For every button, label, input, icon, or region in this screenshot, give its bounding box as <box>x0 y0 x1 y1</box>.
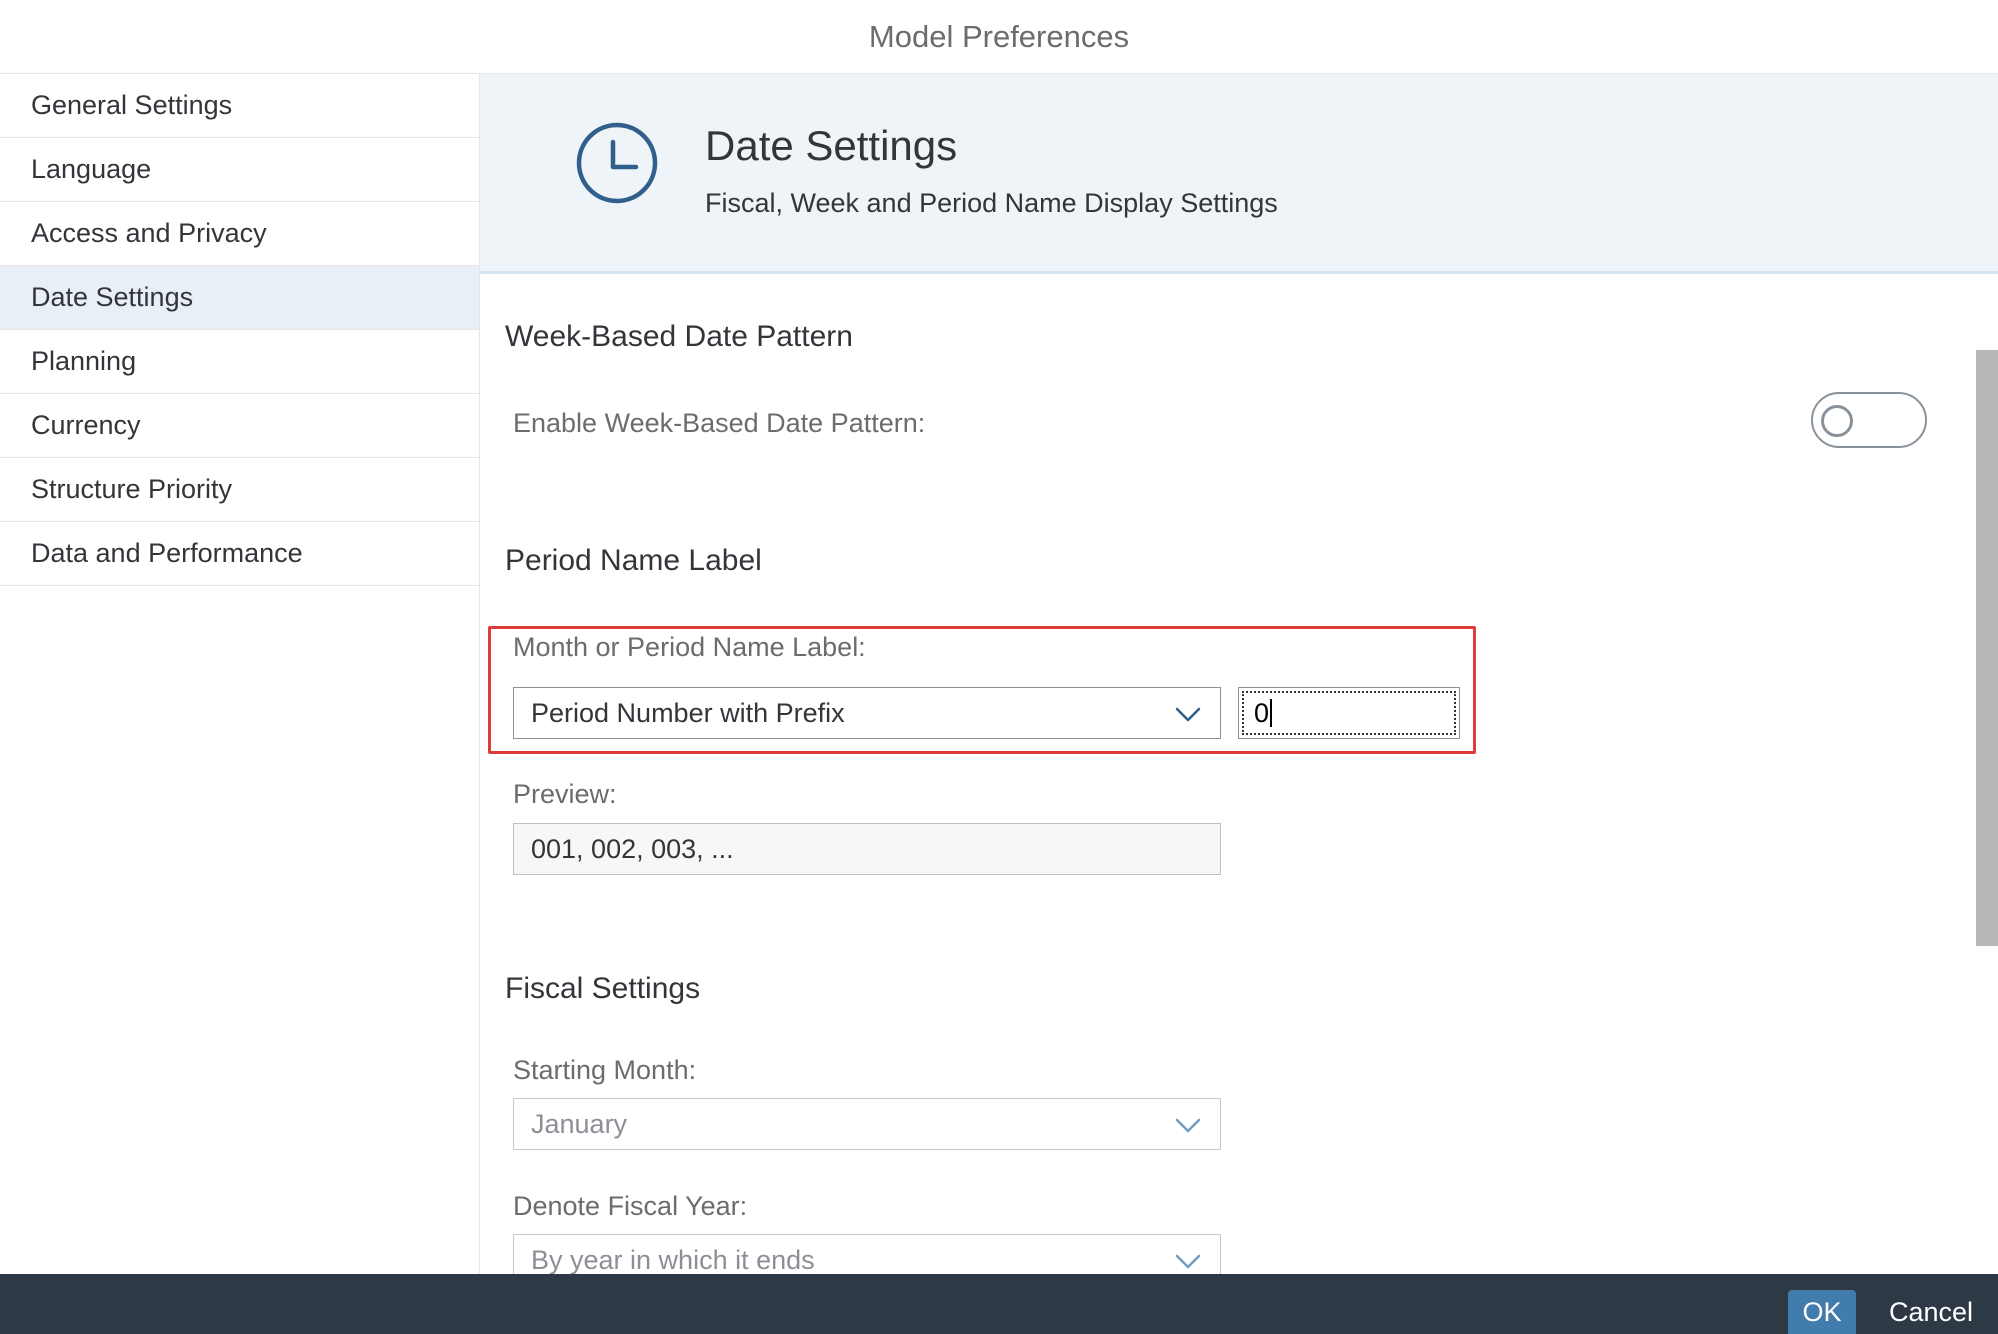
period-label-section-title: Period Name Label <box>505 544 762 577</box>
prefix-input[interactable]: 0 <box>1238 687 1460 739</box>
chevron-down-icon <box>1175 1118 1201 1133</box>
sidebar-item-label: Structure Priority <box>31 474 233 504</box>
sidebar-item-label: General Settings <box>31 90 233 120</box>
page-subtitle: Fiscal, Week and Period Name Display Set… <box>705 188 1278 218</box>
sidebar-item-label: Planning <box>31 346 137 376</box>
dialog-title: Model Preferences <box>868 18 1130 54</box>
sidebar-item-label: Data and Performance <box>31 538 303 568</box>
section-header: Date Settings Fiscal, Week and Period Na… <box>480 74 1998 274</box>
sidebar-item-date-settings[interactable]: Date Settings <box>0 266 479 330</box>
text-caret <box>1270 699 1273 727</box>
cancel-button[interactable]: Cancel <box>1880 1290 1982 1334</box>
sidebar-item-label: Access and Privacy <box>31 218 267 248</box>
starting-month-value: January <box>531 1108 628 1139</box>
ok-button[interactable]: OK <box>1788 1290 1856 1334</box>
starting-month-label: Starting Month: <box>513 1055 697 1085</box>
toggle-knob-icon <box>1821 405 1853 437</box>
dialog-footer: OK Cancel <box>0 1274 1998 1334</box>
sidebar-item-general-settings[interactable]: General Settings <box>0 74 479 138</box>
sidebar-item-structure-priority[interactable]: Structure Priority <box>0 458 479 522</box>
clock-icon <box>576 122 658 204</box>
dialog-title-bar: Model Preferences <box>0 0 1998 74</box>
enable-week-pattern-label: Enable Week-Based Date Pattern: <box>513 408 926 438</box>
sidebar-item-access-and-privacy[interactable]: Access and Privacy <box>0 202 479 266</box>
preview-field: 001, 002, 003, ... <box>513 823 1221 875</box>
settings-main-panel: Date Settings Fiscal, Week and Period Na… <box>480 74 1998 1274</box>
sidebar-item-planning[interactable]: Planning <box>0 330 479 394</box>
preview-label: Preview: <box>513 779 617 809</box>
period-name-label-label: Month or Period Name Label: <box>513 632 866 662</box>
model-preferences-dialog: Model Preferences General Settings Langu… <box>0 0 1998 1334</box>
chevron-down-icon <box>1175 1254 1201 1269</box>
settings-sidebar: General Settings Language Access and Pri… <box>0 74 480 1274</box>
denote-fiscal-year-label: Denote Fiscal Year: <box>513 1191 748 1221</box>
content-scrollbar[interactable] <box>1976 350 1998 946</box>
settings-content: Week-Based Date Pattern Enable Week-Base… <box>480 274 1976 1274</box>
sidebar-item-language[interactable]: Language <box>0 138 479 202</box>
chevron-down-icon <box>1175 707 1201 722</box>
period-name-label-select[interactable]: Period Number with Prefix <box>513 687 1221 739</box>
prefix-input-focus: 0 <box>1242 691 1456 735</box>
starting-month-select[interactable]: January <box>513 1098 1221 1150</box>
sidebar-item-currency[interactable]: Currency <box>0 394 479 458</box>
sidebar-item-label: Date Settings <box>31 282 194 312</box>
week-pattern-section-title: Week-Based Date Pattern <box>505 320 853 353</box>
denote-fiscal-year-value: By year in which it ends <box>531 1244 815 1275</box>
prefix-input-value: 0 <box>1254 697 1270 728</box>
sidebar-item-data-and-performance[interactable]: Data and Performance <box>0 522 479 586</box>
sidebar-item-label: Language <box>31 154 152 184</box>
period-name-label-value: Period Number with Prefix <box>531 697 845 728</box>
page-title: Date Settings <box>705 122 958 169</box>
week-pattern-toggle[interactable] <box>1811 392 1927 448</box>
denote-fiscal-year-select[interactable]: By year in which it ends <box>513 1234 1221 1274</box>
preview-value: 001, 002, 003, ... <box>531 833 734 864</box>
fiscal-section-title: Fiscal Settings <box>505 972 701 1005</box>
sidebar-item-label: Currency <box>31 410 141 440</box>
